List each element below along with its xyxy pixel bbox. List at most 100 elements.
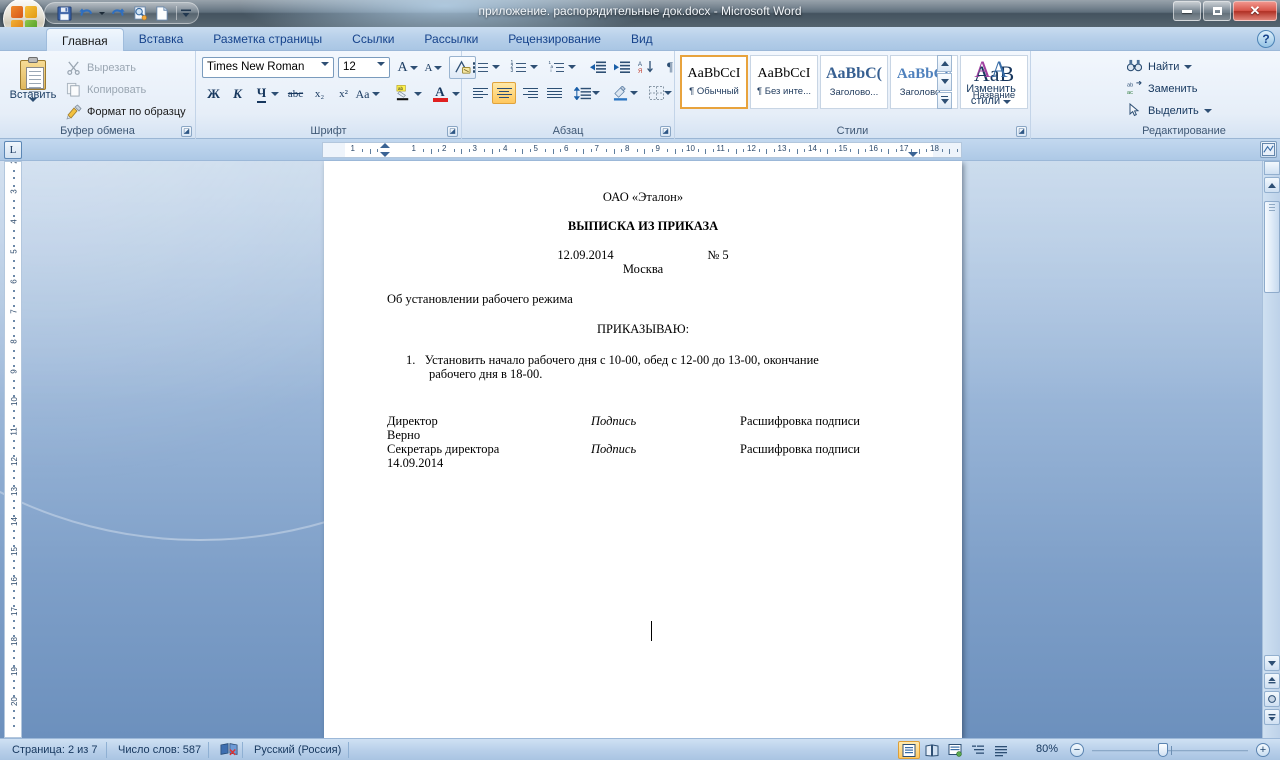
font-size-combo[interactable]: 12 (338, 57, 390, 78)
line-spacing-dropdown-icon[interactable] (590, 82, 602, 104)
highlight-dropdown-icon[interactable] (412, 83, 424, 105)
change-case-button[interactable]: Aa (356, 83, 380, 105)
paste-dropdown-icon[interactable] (29, 98, 37, 120)
save-icon[interactable] (53, 3, 75, 23)
tab-home[interactable]: Главная (46, 28, 124, 52)
proofing-status-button[interactable] (212, 742, 246, 758)
zoom-slider[interactable]: − + (1070, 742, 1270, 758)
first-line-indent-marker[interactable] (380, 143, 390, 148)
font-size-caret-icon[interactable] (377, 62, 385, 78)
tab-insert[interactable]: Вставка (124, 27, 199, 51)
copy-button[interactable]: Копировать (66, 79, 146, 100)
numbering-dropdown-icon[interactable] (528, 56, 540, 78)
zoom-slider-thumb[interactable] (1158, 743, 1168, 757)
print-preview-icon[interactable] (129, 3, 151, 23)
change-styles-button[interactable]: AA Изменить стили (958, 54, 1024, 122)
replace-button[interactable]: ab ac Заменить (1127, 78, 1197, 99)
styles-scroll-down-button[interactable] (937, 73, 952, 91)
scroll-up-button[interactable] (1264, 177, 1280, 193)
outline-view-button[interactable] (967, 741, 989, 759)
font-color-dropdown-icon[interactable] (450, 83, 462, 105)
justify-button[interactable] (542, 82, 566, 104)
right-indent-marker[interactable] (908, 152, 918, 157)
styles-more-button[interactable] (937, 91, 952, 109)
new-document-icon[interactable] (151, 3, 173, 23)
vertical-ruler[interactable]: 2 3 4 5 6 7 8 9 10 11 12 13 14 15 16 17 18 19 20 (4, 161, 22, 738)
page-indicator[interactable]: Страница: 2 из 7 (4, 742, 106, 758)
style-no-spacing[interactable]: AaBbCcI ¶ Без инте... (750, 55, 818, 109)
previous-page-button[interactable] (1264, 673, 1280, 689)
hanging-indent-marker[interactable] (380, 152, 390, 157)
close-button[interactable]: ✕ (1233, 1, 1277, 21)
vertical-scrollbar[interactable] (1262, 161, 1280, 738)
paragraph-dialog-launcher-icon[interactable]: ◪ (660, 126, 671, 137)
font-name-combo[interactable]: Times New Roman (202, 57, 334, 78)
superscript-button[interactable]: x² (332, 83, 355, 105)
style-normal[interactable]: AaBbCcI ¶ Обычный (680, 55, 748, 109)
zoom-level-label[interactable]: 80% (1036, 743, 1058, 755)
find-dropdown-icon[interactable] (1184, 64, 1193, 69)
tab-view[interactable]: Вид (616, 27, 668, 51)
select-dropdown-icon[interactable] (1203, 108, 1212, 113)
help-icon[interactable]: ? (1257, 30, 1275, 48)
align-left-button[interactable] (468, 82, 492, 104)
numbering-button[interactable]: 1 2 3 (506, 56, 530, 78)
undo-icon[interactable] (75, 3, 97, 23)
styles-scroll-up-button[interactable] (937, 55, 952, 73)
full-screen-reading-view-button[interactable] (921, 741, 943, 759)
document-page[interactable]: ОАО «Эталон» ВЫПИСКА ИЗ ПРИКАЗА 12.09.20… (324, 161, 962, 738)
next-page-button[interactable] (1264, 709, 1280, 725)
borders-dropdown-icon[interactable] (662, 82, 674, 104)
tab-page-layout[interactable]: Разметка страницы (198, 27, 337, 51)
zoom-out-button[interactable]: − (1070, 743, 1084, 757)
align-center-button[interactable] (492, 82, 516, 104)
horizontal-ruler[interactable]: 1 1 2 3 4 5 6 7 8 9 10 11 12 13 14 15 16 17 18 (322, 142, 962, 158)
styles-dialog-launcher-icon[interactable]: ◪ (1016, 126, 1027, 137)
language-indicator[interactable]: Русский (Россия) (246, 742, 349, 758)
word-count-indicator[interactable]: Число слов: 587 (110, 742, 209, 758)
underline-dropdown-icon[interactable] (269, 83, 281, 105)
format-painter-button[interactable]: Формат по образцу (66, 101, 186, 122)
paste-button[interactable]: Вставить (6, 54, 60, 120)
split-window-handle[interactable] (1264, 161, 1280, 175)
tab-references[interactable]: Ссылки (337, 27, 409, 51)
subscript-button[interactable]: x₂ (308, 83, 331, 105)
text-highlight-button[interactable]: ab (392, 83, 414, 105)
bullets-button[interactable] (468, 56, 492, 78)
increase-indent-button[interactable] (610, 56, 634, 78)
select-browse-object-button[interactable] (1264, 691, 1280, 707)
multilevel-dropdown-icon[interactable] (566, 56, 578, 78)
minimize-button[interactable] (1173, 1, 1201, 21)
style-heading-1[interactable]: AaBbC( Заголово... (820, 55, 888, 109)
tab-stop-selector[interactable]: L (4, 141, 22, 159)
zoom-in-button[interactable]: + (1256, 743, 1270, 757)
bullets-dropdown-icon[interactable] (490, 56, 502, 78)
tab-mailings[interactable]: Рассылки (409, 27, 493, 51)
restore-button[interactable] (1203, 1, 1231, 21)
font-dialog-launcher-icon[interactable]: ◪ (447, 126, 458, 137)
grow-font-button[interactable]: A (395, 57, 420, 78)
bold-button[interactable]: Ж (202, 83, 225, 105)
tab-review[interactable]: Рецензирование (493, 27, 616, 51)
multilevel-list-button[interactable]: 1 a i (544, 56, 568, 78)
font-color-button[interactable]: A (428, 83, 452, 105)
scroll-down-button[interactable] (1264, 655, 1280, 671)
shading-dropdown-icon[interactable] (628, 82, 640, 104)
cut-button[interactable]: Вырезать (66, 57, 136, 78)
align-right-button[interactable] (518, 82, 542, 104)
draft-view-button[interactable] (990, 741, 1012, 759)
redo-icon[interactable] (107, 3, 129, 23)
font-name-caret-icon[interactable] (321, 62, 329, 78)
web-layout-view-button[interactable] (944, 741, 966, 759)
decrease-indent-button[interactable] (586, 56, 610, 78)
sort-button[interactable]: A Я (634, 56, 658, 78)
undo-dropdown-icon[interactable] (97, 3, 107, 23)
find-button[interactable]: Найти (1126, 56, 1193, 77)
shrink-font-button[interactable]: A (421, 57, 446, 78)
office-button[interactable] (3, 0, 45, 27)
scroll-thumb[interactable] (1264, 201, 1280, 293)
view-ruler-toggle[interactable] (1260, 141, 1277, 158)
print-layout-view-button[interactable] (898, 741, 920, 759)
clipboard-dialog-launcher-icon[interactable]: ◪ (181, 126, 192, 137)
select-button[interactable]: Выделить (1127, 100, 1212, 121)
